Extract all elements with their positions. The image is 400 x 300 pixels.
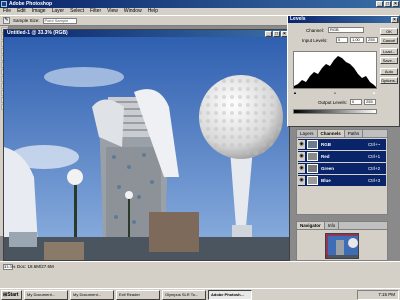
visibility-eye-icon[interactable]: ◉	[298, 164, 305, 173]
document-window-controls: _ □ ×	[265, 30, 288, 37]
document-minimize-button[interactable]: _	[265, 30, 272, 37]
channel-thumbnail	[307, 140, 318, 149]
menu-bar: File Edit Image Layer Select Filter View…	[0, 8, 400, 15]
channels-palette: Layers Channels Paths ◉ RGB Ctrl+~ ◉ Red…	[296, 129, 388, 215]
levels-title: Levels	[290, 16, 306, 22]
cruise-ship-photo	[4, 37, 289, 260]
tab-paths[interactable]: Paths	[345, 130, 364, 137]
navigator-palette: Navigator Info	[296, 221, 388, 261]
menu-layer[interactable]: Layer	[52, 8, 65, 15]
output-gradient-bar[interactable]	[293, 109, 377, 114]
close-button[interactable]: ×	[392, 1, 399, 7]
channel-thumbnail	[307, 176, 318, 185]
levels-close-button[interactable]: ×	[391, 17, 398, 23]
menu-edit[interactable]: Edit	[17, 8, 26, 15]
input-slider-track[interactable]: ▲ ▲ ▲	[293, 90, 377, 95]
input-level-white[interactable]: 255	[366, 37, 378, 43]
menu-filter[interactable]: Filter	[90, 8, 101, 15]
output-level-white[interactable]: 255	[364, 99, 376, 105]
taskbar-item-active[interactable]: Adobe Photosh...	[208, 289, 252, 300]
canvas-image[interactable]	[4, 37, 289, 260]
taskbar-item[interactable]: Olympus SLR To...	[162, 289, 206, 300]
output-levels-label: Output Levels:	[318, 100, 348, 105]
menu-image[interactable]: Image	[32, 8, 46, 15]
tab-navigator[interactable]: Navigator	[297, 222, 325, 229]
menu-select[interactable]: Select	[70, 8, 84, 15]
auto-button[interactable]: Auto	[380, 68, 398, 75]
channel-shortcut: Ctrl+3	[368, 178, 381, 183]
load-button[interactable]: Load...	[380, 48, 398, 55]
app-title: Adobe Photoshop	[9, 1, 53, 7]
document-maximize-button[interactable]: □	[273, 30, 280, 37]
system-tray-clock: 7:15 PM	[357, 290, 399, 300]
channel-name: Blue	[321, 178, 331, 183]
start-label: Start	[7, 291, 19, 298]
app-title-bar: Adobe Photoshop _ □ ×	[0, 0, 400, 8]
histogram	[293, 51, 377, 89]
palette-tabs: Layers Channels Paths	[297, 130, 387, 138]
eyedropper-icon[interactable]: ✎	[3, 17, 10, 24]
taskbar-item[interactable]: My Document...	[70, 289, 114, 300]
options-button[interactable]: Options...	[380, 77, 398, 84]
channel-thumbnail	[307, 152, 318, 161]
visibility-eye-icon[interactable]: ◉	[298, 152, 305, 161]
maximize-button[interactable]: □	[384, 1, 391, 7]
channel-row-red[interactable]: ◉ Red Ctrl+1	[298, 151, 386, 162]
channel-name: Red	[321, 154, 330, 159]
levels-dialog: Levels × Channel: RGB Input Levels: 0 1.…	[287, 15, 400, 127]
tab-channels[interactable]: Channels	[317, 130, 345, 137]
input-level-gamma[interactable]: 1.00	[350, 37, 364, 43]
zoom-field[interactable]: 33.3%	[3, 264, 15, 270]
input-levels-label: Input Levels:	[302, 38, 328, 43]
photoshop-icon	[1, 1, 7, 7]
gamma-handle[interactable]: ▲	[333, 90, 337, 95]
ok-button[interactable]: OK	[380, 28, 398, 35]
navigator-thumbnail	[326, 234, 358, 258]
input-level-black[interactable]: 0	[336, 37, 348, 43]
document-window: Untitled-1 @ 33.3% (RGB) _ □ ×	[3, 29, 290, 261]
black-point-handle[interactable]: ▲	[293, 90, 297, 95]
sample-size-label: Sample Size:	[13, 18, 40, 23]
start-button[interactable]: ⊞Start	[1, 289, 22, 300]
menu-help[interactable]: Help	[148, 8, 158, 15]
document-size: Doc: 18.6M/27.6M	[17, 264, 54, 269]
visibility-eye-icon[interactable]: ◉	[298, 140, 305, 149]
window-controls: _ □ ×	[376, 1, 399, 7]
taskbar: ⊞Start My Document... My Document... Exi…	[0, 288, 400, 300]
menu-view[interactable]: View	[107, 8, 118, 15]
levels-window-controls: ×	[391, 17, 398, 23]
channel-shortcut: Ctrl+~	[368, 142, 381, 147]
menu-window[interactable]: Window	[124, 8, 142, 15]
channel-row-rgb[interactable]: ◉ RGB Ctrl+~	[298, 139, 386, 150]
save-button[interactable]: Save...	[380, 57, 398, 64]
white-point-handle[interactable]: ▲	[372, 90, 376, 95]
navigator-tabs: Navigator Info	[297, 222, 387, 230]
cancel-button[interactable]: Cancel	[380, 37, 398, 44]
taskbar-item[interactable]: My Document...	[24, 289, 68, 300]
taskbar-item[interactable]: Exif Reader	[116, 289, 160, 300]
levels-title-bar: Levels ×	[288, 16, 399, 23]
channel-select[interactable]: RGB	[328, 27, 364, 33]
menu-file[interactable]: File	[3, 8, 11, 15]
tab-info[interactable]: Info	[325, 222, 340, 229]
channel-label: Channel:	[306, 28, 325, 33]
output-level-black[interactable]: 0	[350, 99, 362, 105]
histogram-graph	[294, 56, 376, 88]
channel-name: RGB	[321, 142, 331, 147]
sample-size-select[interactable]: Point Sample	[42, 17, 77, 24]
status-bar: 33.3% Doc: 18.6M/27.6M	[0, 261, 400, 288]
channel-name: Green	[321, 166, 335, 171]
minimize-button[interactable]: _	[376, 1, 383, 7]
channel-shortcut: Ctrl+1	[368, 154, 381, 159]
channel-shortcut: Ctrl+2	[368, 166, 381, 171]
channel-row-green[interactable]: ◉ Green Ctrl+2	[298, 163, 386, 174]
navigator-preview[interactable]	[325, 233, 359, 259]
channel-row-blue[interactable]: ◉ Blue Ctrl+3	[298, 175, 386, 186]
tab-layers[interactable]: Layers	[297, 130, 318, 137]
visibility-eye-icon[interactable]: ◉	[298, 176, 305, 185]
document-title: Untitled-1 @ 33.3% (RGB)	[7, 30, 68, 36]
document-title-bar: Untitled-1 @ 33.3% (RGB) _ □ ×	[4, 30, 289, 37]
channel-thumbnail	[307, 164, 318, 173]
